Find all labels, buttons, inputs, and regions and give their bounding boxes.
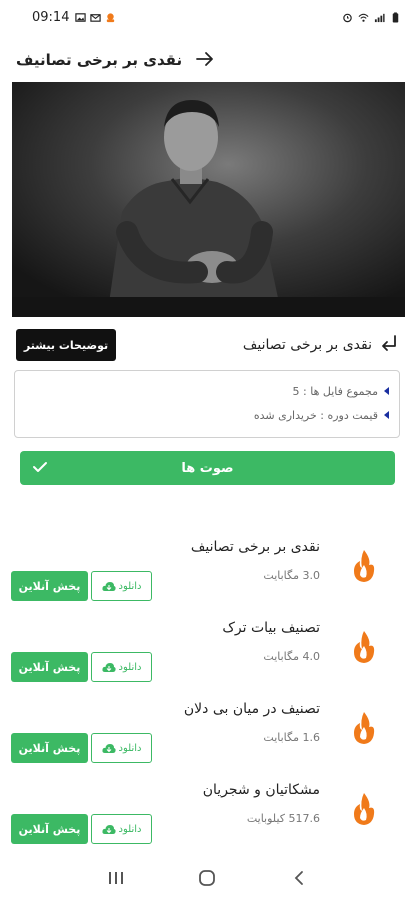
recent-apps-icon — [108, 871, 123, 884]
audio-section-button[interactable]: صوت ها — [20, 451, 395, 485]
check-icon — [33, 462, 47, 472]
cloud-download-icon — [101, 581, 116, 591]
course-title-wrap: نقدی بر برخی تصانیف — [243, 334, 398, 357]
arrow-right-icon[interactable] — [196, 48, 214, 72]
return-arrow-icon — [380, 334, 398, 357]
wifi-icon — [358, 13, 369, 22]
image-icon — [75, 12, 87, 22]
course-info-box: مجموع فایل ها : 5 قیمت دوره : خریداری شد… — [14, 370, 400, 438]
track-item: مشکاتیان و شجریان 517.6 کیلوبایت دانلود … — [0, 782, 415, 862]
cloud-download-icon — [101, 824, 116, 834]
play-online-button[interactable]: پخش آنلاین — [11, 733, 88, 763]
system-nav-bar — [0, 855, 415, 900]
track-title: تصنیف در میان بی دلان — [183, 701, 320, 717]
download-button[interactable]: دانلود — [91, 652, 152, 682]
track-item: تصنیف بیات ترک 4.0 مگابایت دانلود پخش آن… — [0, 620, 415, 700]
chevron-left-icon — [294, 870, 304, 885]
track-item: نقدی بر برخی تصانیف 3.0 مگابایت دانلود پ… — [0, 539, 415, 619]
files-count-text: مجموع فایل ها : 5 — [292, 384, 378, 398]
track-size: 3.0 مگابایت — [263, 569, 320, 582]
play-online-button[interactable]: پخش آنلاین — [11, 814, 88, 844]
bullet-icon — [384, 411, 389, 419]
course-cover-image — [12, 82, 405, 317]
signal-icon — [374, 13, 385, 22]
cloud-download-icon — [101, 743, 116, 753]
status-right — [342, 11, 401, 23]
play-online-button[interactable]: پخش آنلاین — [11, 652, 88, 682]
download-label: دانلود — [118, 580, 142, 592]
alarm-icon — [343, 13, 352, 22]
bullet-icon — [384, 387, 389, 395]
home-button[interactable] — [192, 863, 222, 893]
cloud-download-icon — [101, 662, 116, 672]
track-title: نقدی بر برخی تصانیف — [190, 539, 320, 555]
status-left: 09:14 — [32, 10, 116, 25]
battery-icon — [392, 11, 399, 23]
status-bar: 09:14 — [0, 0, 415, 34]
app-bar: نقدی بر برخی تصانیف — [0, 38, 415, 82]
more-details-button[interactable]: توضیحات بیشتر — [16, 329, 116, 361]
files-count-line: مجموع فایل ها : 5 — [25, 379, 389, 403]
flame-logo-icon — [354, 550, 375, 582]
notification-icon — [107, 12, 115, 22]
track-title: مشکاتیان و شجریان — [202, 782, 320, 798]
track-size: 517.6 کیلوبایت — [246, 812, 320, 825]
download-button[interactable]: دانلود — [91, 733, 152, 763]
play-online-button[interactable]: پخش آنلاین — [11, 571, 88, 601]
track-size: 4.0 مگابایت — [263, 650, 320, 663]
mail-icon — [90, 13, 102, 22]
flame-logo-icon — [354, 631, 375, 663]
download-label: دانلود — [118, 742, 142, 754]
price-line: قیمت دوره : خریداری شده — [25, 403, 389, 427]
page-title: نقدی بر برخی تصانیف — [16, 51, 183, 69]
download-label: دانلود — [118, 661, 142, 673]
download-label: دانلود — [118, 823, 142, 835]
flame-logo-icon — [354, 712, 375, 744]
track-item: تصنیف در میان بی دلان 1.6 مگابایت دانلود… — [0, 701, 415, 781]
audio-section-label: صوت ها — [181, 460, 234, 476]
download-button[interactable]: دانلود — [91, 571, 152, 601]
portrait-illustration — [12, 82, 405, 317]
download-button[interactable]: دانلود — [91, 814, 152, 844]
status-time: 09:14 — [32, 9, 70, 25]
flame-logo-icon — [354, 793, 375, 825]
home-icon — [199, 869, 216, 886]
back-button[interactable] — [284, 863, 314, 893]
track-title: تصنیف بیات ترک — [222, 620, 320, 636]
track-size: 1.6 مگابایت — [263, 731, 320, 744]
course-title: نقدی بر برخی تصانیف — [242, 337, 372, 353]
price-text: قیمت دوره : خریداری شده — [253, 408, 378, 422]
recent-apps-button[interactable] — [101, 863, 131, 893]
status-left-icons — [75, 12, 116, 23]
course-header-row: توضیحات بیشتر نقدی بر برخی تصانیف — [16, 328, 398, 362]
